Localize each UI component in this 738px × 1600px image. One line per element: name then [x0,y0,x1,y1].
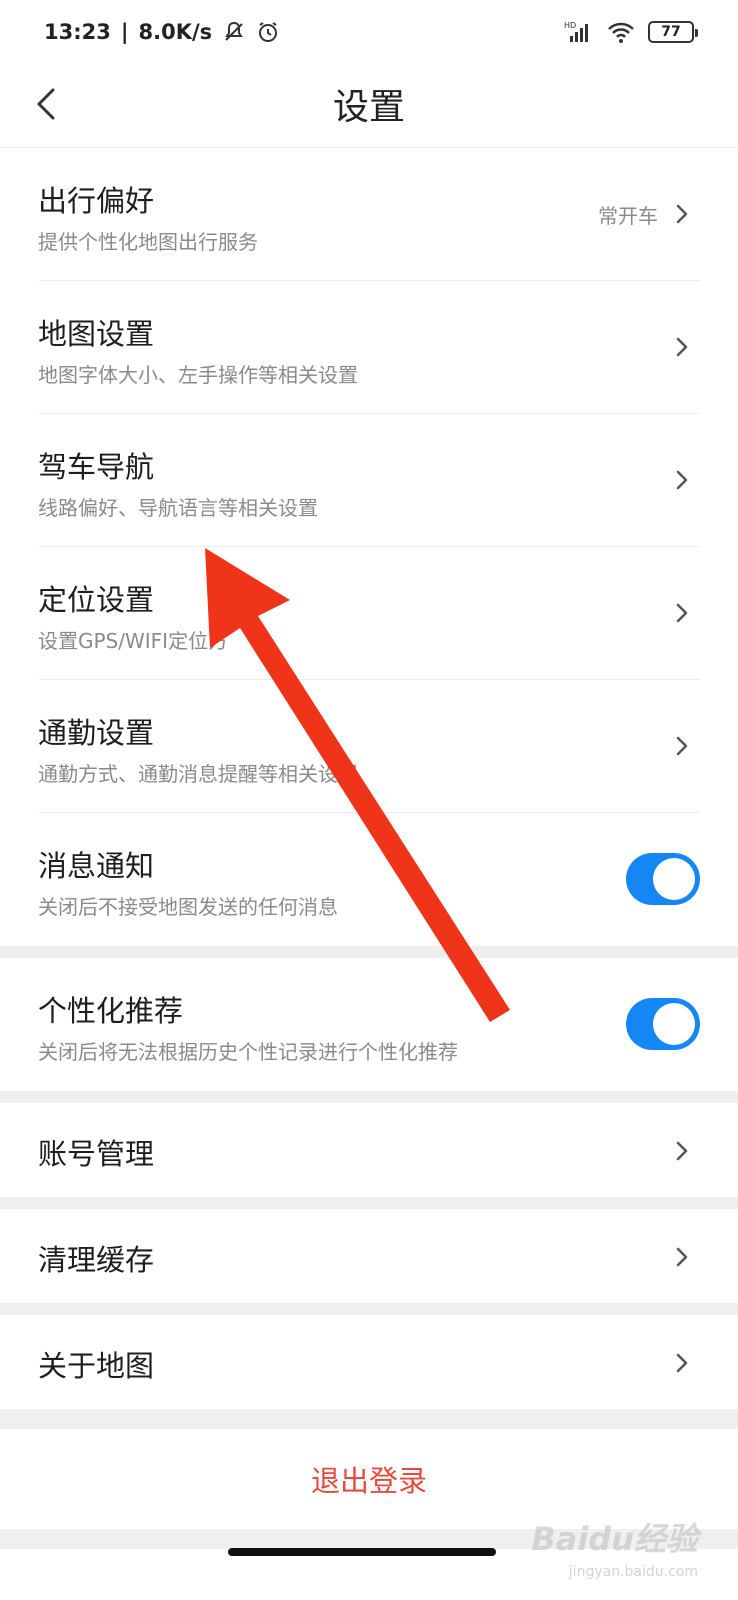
row-title: 通勤设置 [38,716,155,750]
alarm-icon [259,22,278,42]
setting-commute[interactable]: 通勤设置 通勤方式、通勤消息提醒等相关设置 [0,680,738,813]
battery-level: 77 [661,24,681,40]
row-title: 驾车导航 [38,450,155,484]
section-gap [0,1409,738,1429]
setting-personalized-recommendation: 个性化推荐 关闭后将无法根据历史个性记录进行个性化推荐 [0,958,738,1091]
message-notification-toggle[interactable] [626,853,700,905]
status-separator: | [120,20,129,44]
status-bar: 13:23 | 8.0K/s HD 77 [0,0,738,64]
section-gap [0,1197,738,1209]
chevron-right-icon [676,1247,688,1267]
row-subtitle: 提供个性化地图出行服务 [38,230,258,254]
row-title: 账号管理 [38,1137,155,1171]
home-indicator[interactable] [228,1548,496,1556]
chevron-right-icon [676,204,688,224]
cell-signal-icon: HD [564,21,588,42]
row-subtitle: 地图字体大小、左手操作等相关设置 [38,363,358,387]
chevron-right-icon [676,337,688,357]
setting-map[interactable]: 地图设置 地图字体大小、左手操作等相关设置 [0,281,738,414]
row-title: 定位设置 [38,583,155,617]
chevron-right-icon [676,470,688,490]
chevron-right-icon [676,603,688,623]
signal-hd-label: HD [564,21,576,30]
setting-account-management[interactable]: 账号管理 [0,1103,738,1197]
toggle-knob [653,858,695,900]
battery-icon: 77 [648,21,698,43]
section-gap [0,946,738,958]
status-left: 13:23 | 8.0K/s [44,20,280,44]
row-subtitle: 通勤方式、通勤消息提醒等相关设置 [38,762,358,786]
setting-message-notification: 消息通知 关闭后不接受地图发送的任何消息 [0,813,738,946]
section-gap [0,1303,738,1315]
chevron-right-icon [676,1353,688,1373]
row-title: 个性化推荐 [38,994,184,1028]
wifi-icon [608,22,634,43]
row-title: 消息通知 [38,849,155,883]
row-title: 地图设置 [38,317,155,351]
baidu-watermark: Baidu经验 [531,1520,698,1558]
row-subtitle: 关闭后不接受地图发送的任何消息 [38,895,338,919]
setting-travel-preference[interactable]: 出行偏好 提供个性化地图出行服务 常开车 [0,148,738,281]
row-subtitle: 关闭后将无法根据历史个性记录进行个性化推荐 [38,1040,458,1064]
chevron-right-icon [676,736,688,756]
row-subtitle: 线路偏好、导航语言等相关设置 [38,496,318,520]
nav-bar: 设置 [0,64,738,148]
settings-list: 出行偏好 提供个性化地图出行服务 常开车 地图设置 地图字体大小、左手操作等相关… [0,148,738,1549]
row-title: 清理缓存 [38,1243,155,1277]
status-net-speed: 8.0K/s [138,20,213,44]
setting-location[interactable]: 定位设置 设置GPS/WIFI定位方 [0,547,738,680]
status-time: 13:23 [44,20,111,44]
row-title: 出行偏好 [38,184,155,218]
row-title: 关于地图 [38,1349,155,1383]
chevron-right-icon [676,1141,688,1161]
baidu-watermark-url: jingyan.baidu.com [568,1564,698,1580]
toggle-knob [653,1003,695,1045]
status-right: HD 77 [564,20,698,44]
row-value: 常开车 [598,204,658,228]
page-title: 设置 [332,87,405,128]
setting-about-map[interactable]: 关于地图 [0,1315,738,1409]
personalized-recommendation-toggle[interactable] [626,998,700,1050]
row-subtitle: 设置GPS/WIFI定位方 [38,629,229,653]
setting-clear-cache[interactable]: 清理缓存 [0,1209,738,1303]
logout-label: 退出登录 [310,1464,427,1498]
setting-driving-navigation[interactable]: 驾车导航 线路偏好、导航语言等相关设置 [0,414,738,547]
mute-bell-icon [225,21,244,41]
section-gap [0,1091,738,1103]
